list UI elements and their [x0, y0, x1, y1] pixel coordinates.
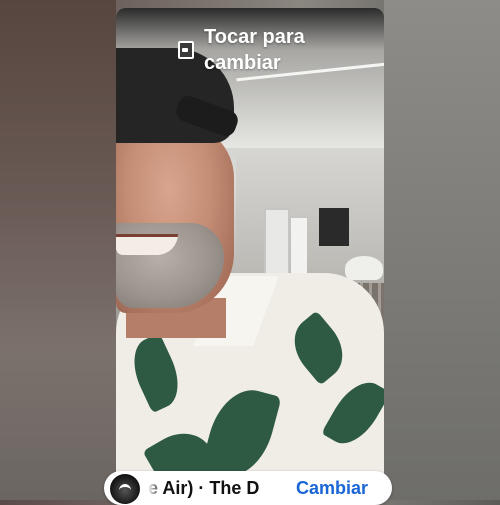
- blurred-background-right: [384, 0, 500, 500]
- television: [319, 208, 349, 246]
- lamp: [345, 256, 383, 280]
- photo-icon: [178, 41, 194, 59]
- tap-to-change-label: Tocar para cambiar: [204, 26, 305, 74]
- change-music-button[interactable]: Cambiar: [296, 478, 368, 499]
- story-photo[interactable]: [116, 8, 384, 500]
- music-track-title: e Air) · The D: [148, 478, 260, 498]
- blurred-background-left: [0, 0, 116, 500]
- tap-to-change-hint[interactable]: Tocar para cambiar: [178, 22, 328, 76]
